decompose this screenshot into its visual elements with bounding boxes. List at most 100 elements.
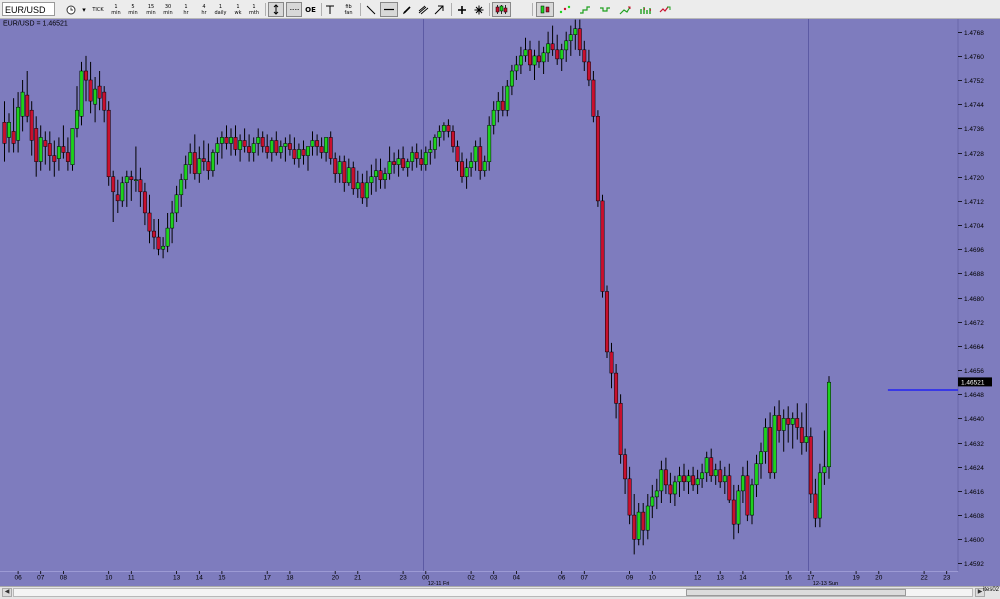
toolbar-separator xyxy=(489,3,490,16)
candle-body-up xyxy=(469,161,474,168)
candle-body-up xyxy=(645,505,650,531)
candle-body-down xyxy=(641,511,646,531)
candle-body-down xyxy=(632,514,637,540)
1hr-button[interactable]: 1 hr xyxy=(179,2,193,17)
plus-icon[interactable] xyxy=(455,2,469,17)
time-tick-label: 17 xyxy=(264,575,272,582)
trend-line-tool-icon[interactable] xyxy=(364,2,378,17)
candle-body-down xyxy=(550,43,555,51)
star-cursor-icon[interactable] xyxy=(472,2,486,17)
1wk-button[interactable]: 1 wk xyxy=(231,2,245,17)
candle-body-down xyxy=(799,427,804,443)
30min-button[interactable]: 30 min xyxy=(161,2,175,17)
fib-fan-button[interactable]: fib fan xyxy=(340,2,357,17)
candlestick-chart-icon[interactable] xyxy=(492,2,511,17)
candle-body-down xyxy=(265,146,270,153)
time-tick-label: 19 xyxy=(852,575,860,582)
price-tick-label: 1.4640 xyxy=(964,416,984,423)
crosshair-toggle-icon[interactable] xyxy=(286,2,302,17)
candle-body-down xyxy=(745,475,750,516)
price-chart[interactable]: 1.46521 1.4768 1.4760 1.4752 1.4744 1.4736 1.… xyxy=(0,19,1000,599)
clock-icon[interactable] xyxy=(64,2,77,17)
candle-body-down xyxy=(84,70,88,81)
candle-body-up xyxy=(804,436,809,443)
candle-body-up xyxy=(559,49,564,60)
pencil-tool-icon[interactable] xyxy=(400,2,414,17)
candle-body-up xyxy=(650,496,655,507)
cursor-vertical-icon[interactable] xyxy=(268,2,284,17)
candle-body-down xyxy=(419,158,424,165)
candle-body-up xyxy=(161,245,166,250)
indicator-candle-icon[interactable] xyxy=(536,2,554,17)
1min-button[interactable]: 1 min xyxy=(109,2,123,17)
time-tick-label: 15 xyxy=(218,575,226,582)
symbol-input[interactable]: EUR/USD xyxy=(2,2,55,16)
time-tick-label: 09 xyxy=(626,575,634,582)
candle-body-down xyxy=(156,236,161,250)
candle-body-up xyxy=(759,451,763,465)
candle-body-down xyxy=(192,152,197,174)
scroll-track[interactable] xyxy=(13,588,973,597)
chart-title: EUR/USD = 1.46521 xyxy=(3,21,68,28)
price-tick-label: 1.4656 xyxy=(964,368,984,375)
scroll-bar-area: ◀ ▶ ites02 xyxy=(0,586,1000,599)
candle-body-up xyxy=(170,212,175,229)
15min-button[interactable]: 15 min xyxy=(144,2,158,17)
candle-body-up xyxy=(822,466,827,474)
candle-body-down xyxy=(102,91,107,111)
candle-body-up xyxy=(636,511,641,540)
horizontal-line-tool-icon[interactable] xyxy=(380,2,398,17)
candle-body-down xyxy=(342,161,347,183)
candle-body-up xyxy=(210,152,215,171)
candle-body-up xyxy=(283,143,288,147)
candle-body-up xyxy=(306,146,310,156)
dots-indicator-icon[interactable] xyxy=(557,2,573,17)
1day-button[interactable]: 1 daily xyxy=(213,2,228,17)
candle-body-down xyxy=(61,146,66,153)
rising-bars-icon[interactable] xyxy=(617,2,633,17)
arrow-tool-icon[interactable] xyxy=(432,2,446,17)
candle-body-down xyxy=(247,146,252,153)
time-tick-label: 02 xyxy=(467,575,475,582)
candle-body-down xyxy=(360,182,365,199)
candle-body-up xyxy=(713,469,718,477)
price-tick-label: 1.4696 xyxy=(964,247,984,254)
candle-body-up xyxy=(188,152,193,165)
time-tick-label: 03 xyxy=(490,575,498,582)
candle-body-up xyxy=(482,161,487,171)
price-tick-label: 1.4704 xyxy=(964,223,984,230)
candle-body-up xyxy=(269,140,274,153)
scroll-left-button[interactable]: ◀ xyxy=(2,588,12,597)
candle-body-up xyxy=(464,167,469,178)
candle-body-down xyxy=(414,152,419,159)
candle-body-up xyxy=(686,475,691,483)
channel-tool-icon[interactable] xyxy=(416,2,430,17)
dropdown-arrow-icon[interactable]: ▾ xyxy=(79,2,89,17)
oe-button[interactable]: OE xyxy=(303,2,318,17)
candle-body-down xyxy=(315,140,320,147)
step-down-icon[interactable] xyxy=(597,2,613,17)
chart-canvas[interactable]: 1.46521 1.4768 1.4760 1.4752 1.4744 1.4736 1.… xyxy=(0,19,1000,587)
price-tick-label: 1.4680 xyxy=(964,296,984,303)
vertical-line-tool-icon[interactable] xyxy=(323,2,337,17)
candle-body-up xyxy=(229,137,233,144)
candle-body-up xyxy=(428,149,433,153)
step-line-icon[interactable] xyxy=(577,2,593,17)
time-tick-label: 23 xyxy=(943,575,951,582)
4hr-button[interactable]: 4 hr xyxy=(197,2,211,17)
mixed-bars-icon[interactable] xyxy=(637,2,653,17)
candle-body-down xyxy=(97,85,102,99)
time-tick-label: 12 xyxy=(694,575,702,582)
candle-body-down xyxy=(65,152,70,162)
5min-button[interactable]: 5 min xyxy=(126,2,140,17)
heiken-bars-icon[interactable] xyxy=(657,2,673,17)
tick-button[interactable]: TICK xyxy=(91,2,105,17)
candle-body-up xyxy=(179,179,184,196)
price-tick-label: 1.4664 xyxy=(964,344,984,351)
time-tick-label: 07 xyxy=(37,575,45,582)
scroll-thumb[interactable] xyxy=(686,589,906,596)
candle-body-up xyxy=(695,478,700,486)
candle-body-down xyxy=(709,457,714,477)
time-tick-label: 06 xyxy=(14,575,22,582)
1mth-button[interactable]: 1 mth xyxy=(247,2,261,17)
